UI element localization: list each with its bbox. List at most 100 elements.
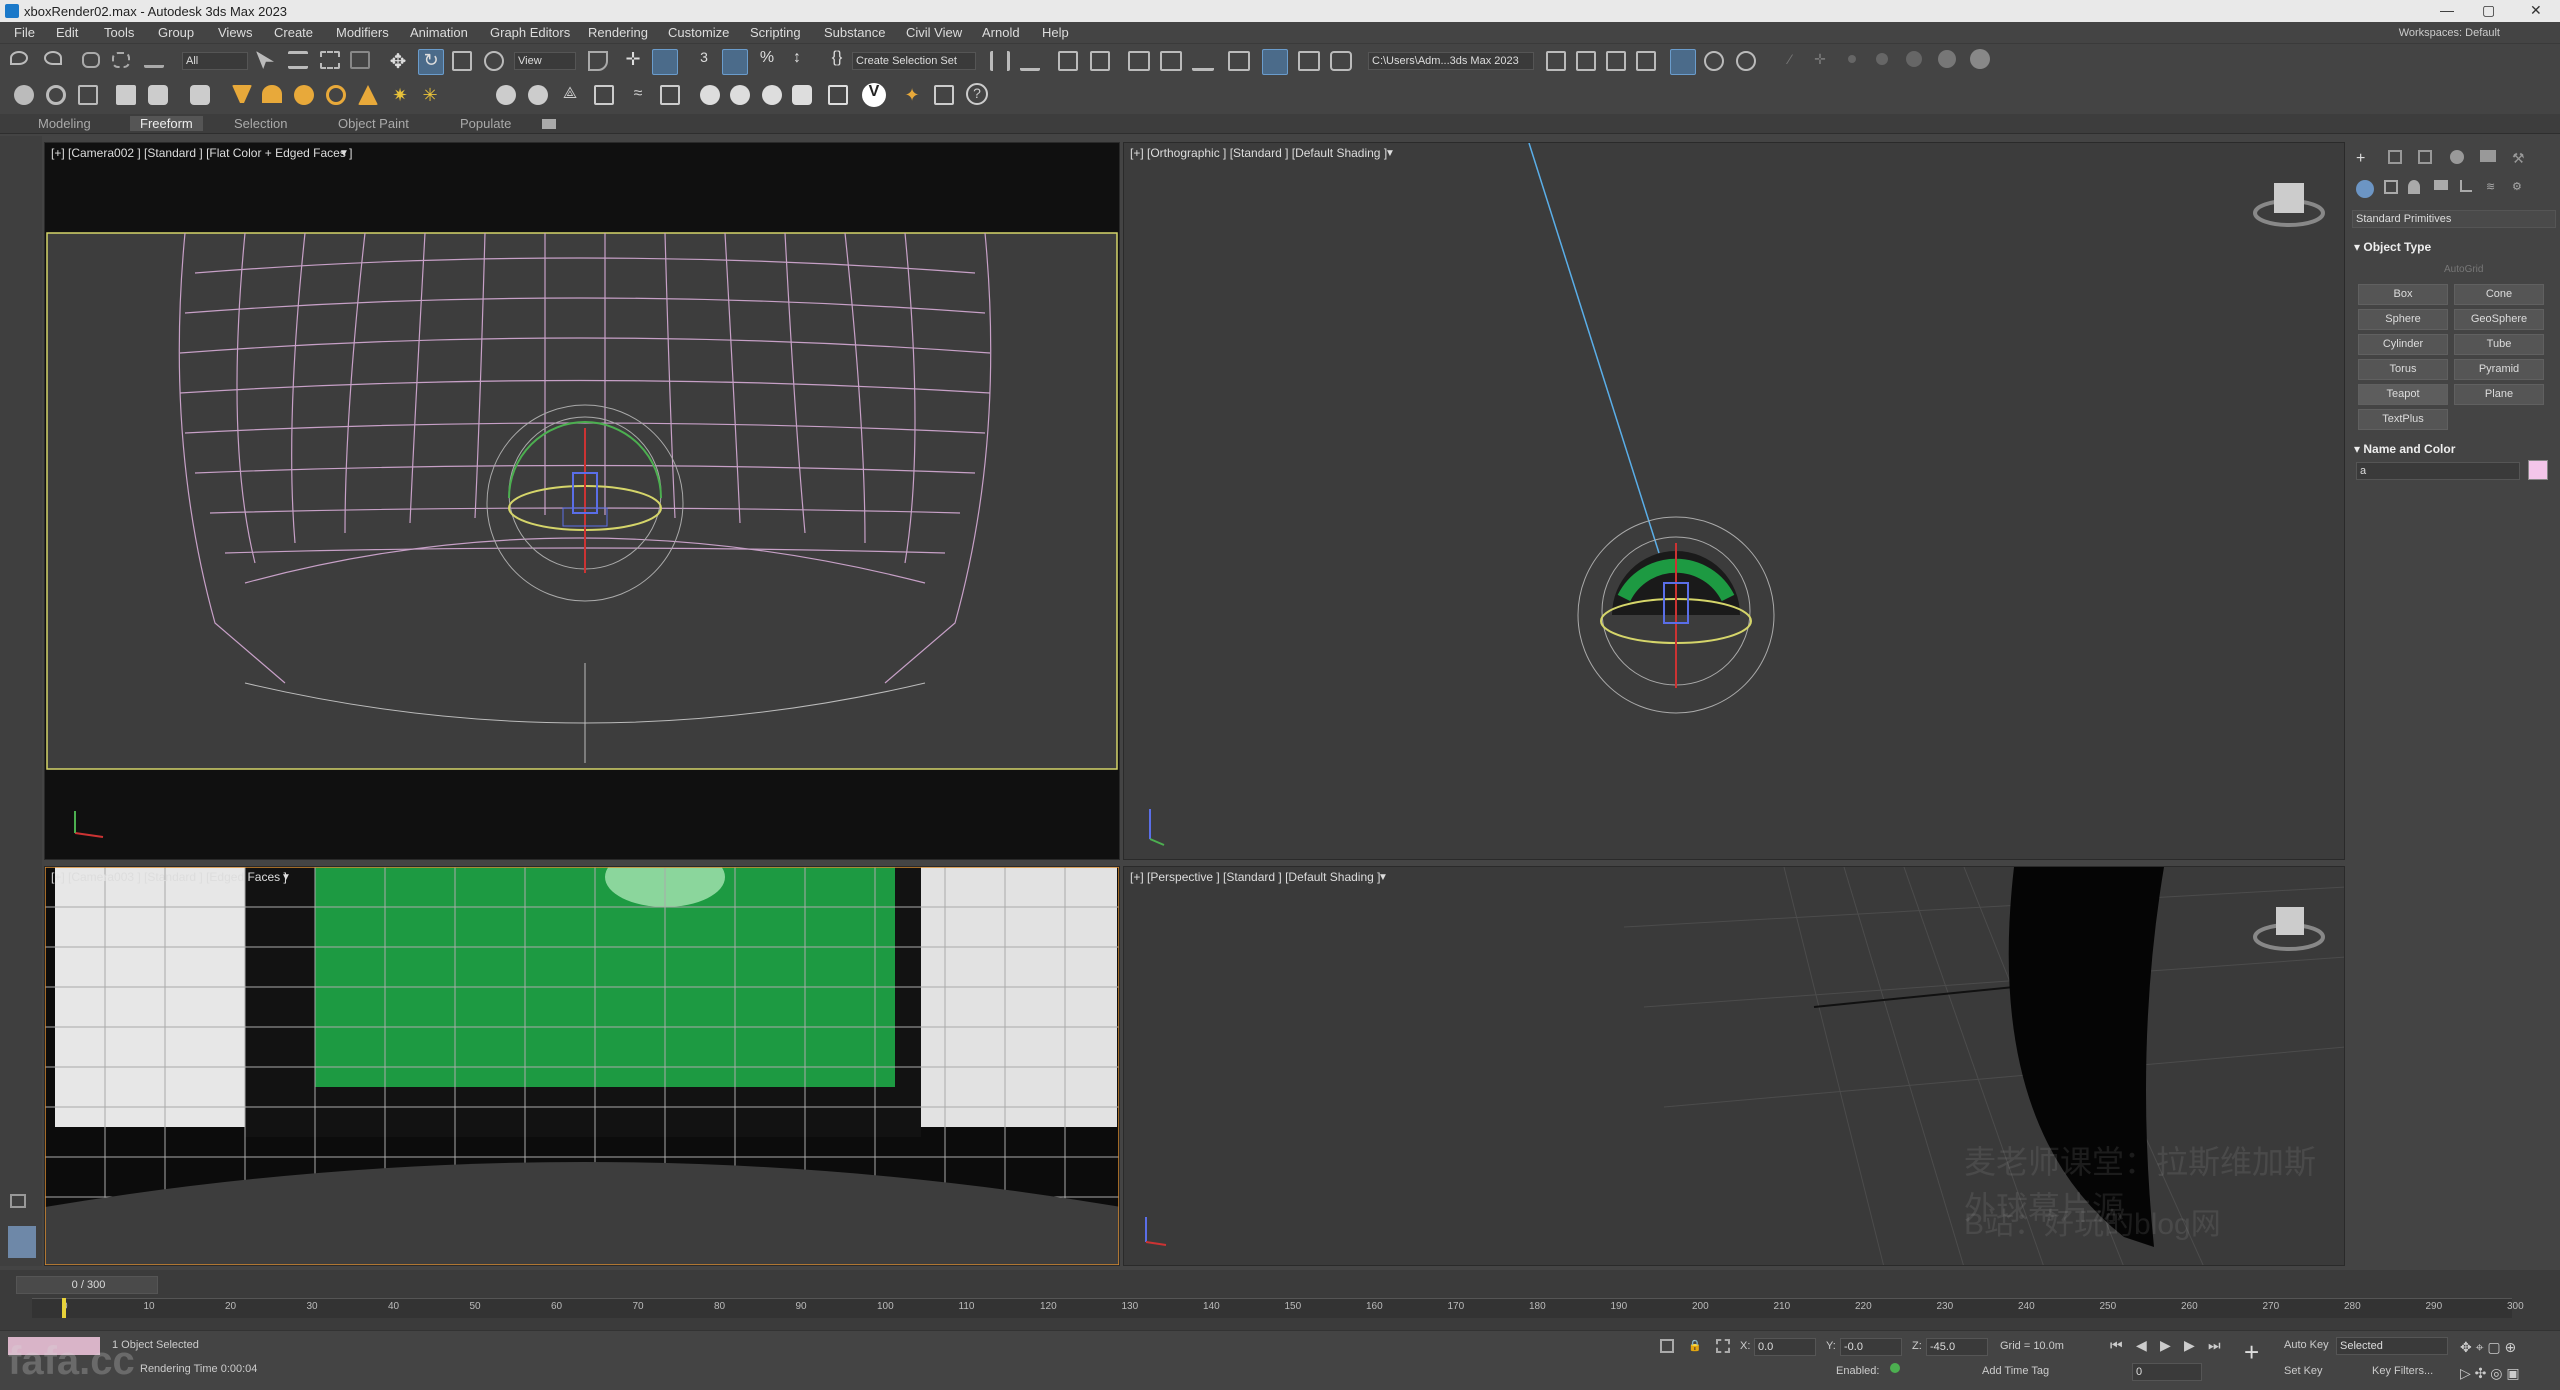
dot-small-icon[interactable] [1848, 55, 1856, 63]
go-to-start-icon[interactable]: ⏮ [2110, 1337, 2123, 1354]
isolate-selection-icon[interactable] [1660, 1339, 1674, 1353]
name-and-color-header[interactable]: ▾ Name and Color [2354, 442, 2455, 456]
daylight-icon[interactable]: ✷ [390, 85, 410, 105]
time-slider[interactable]: 0 / 300 [16, 1276, 158, 1294]
menu-modifiers[interactable]: Modifiers [336, 25, 389, 40]
toggle-ribbon-icon[interactable] [1128, 51, 1150, 71]
menu-create[interactable]: Create [274, 25, 313, 40]
layer-explorer-icon[interactable] [1090, 51, 1110, 71]
lights-category-icon[interactable] [2408, 180, 2420, 194]
auto-key-button[interactable]: Auto Key [2284, 1339, 2329, 1351]
import-icon[interactable] [1606, 51, 1626, 71]
track-bar[interactable]: 0102030405060708090100110120130140150160… [32, 1298, 2524, 1318]
navigation-controls-2-icon[interactable]: ▷ ✣ ◎ ▣ [2460, 1365, 2520, 1382]
cube-icon[interactable] [116, 85, 136, 105]
teapot-shape-icon[interactable] [14, 85, 34, 105]
dot-medium-icon[interactable] [1876, 53, 1888, 65]
viewport-perspective[interactable]: [+] [Perspective ] [Standard ] [Default … [1123, 866, 2345, 1266]
open-file-icon[interactable] [1546, 51, 1566, 71]
viewport-icon[interactable] [828, 85, 848, 105]
camera-icon[interactable] [594, 85, 614, 105]
unlink-icon[interactable] [112, 52, 130, 68]
enabled-indicator-icon[interactable] [1890, 1363, 1900, 1373]
toggle-grid-icon[interactable] [1670, 49, 1696, 75]
display-tab-icon[interactable] [2480, 150, 2496, 162]
rectangular-selection-icon[interactable] [320, 51, 340, 69]
undo-icon[interactable] [10, 51, 28, 65]
filter-icon[interactable]: ▼ [1385, 148, 1395, 159]
pivot-icon[interactable] [588, 51, 608, 71]
menu-views[interactable]: Views [218, 25, 252, 40]
object-name-field[interactable]: a [2356, 462, 2520, 480]
material-editor-icon[interactable] [1228, 51, 1250, 71]
curve-editor-icon[interactable] [1160, 51, 1182, 71]
pyramid-button[interactable]: Pyramid [2454, 359, 2544, 380]
systems-category-icon[interactable]: ⚙ [2512, 180, 2522, 193]
sky-light-icon[interactable] [326, 85, 346, 105]
sun-light-icon[interactable] [294, 85, 314, 105]
object-type-header[interactable]: ▾ Object Type [2354, 240, 2431, 254]
transform-disabled-icon[interactable]: ✛ [1810, 51, 1830, 71]
menu-animation[interactable]: Animation [410, 25, 468, 40]
selection-filter-dropdown[interactable]: All [182, 52, 248, 70]
rendered-frame-window-icon[interactable] [1298, 51, 1320, 71]
tube-button[interactable]: Tube [2454, 334, 2544, 355]
snaps-toggle-icon[interactable]: 3 [692, 49, 716, 73]
save-file-icon[interactable] [1576, 51, 1596, 71]
box-button[interactable]: Box [2358, 284, 2448, 305]
y-coordinate-field[interactable]: -0.0 [1840, 1338, 1902, 1356]
current-frame-field[interactable]: 0 [2132, 1363, 2202, 1381]
filter-icon[interactable]: ▼ [281, 872, 291, 883]
rotate-icon[interactable]: ↻ [418, 49, 444, 75]
menu-graph-editors[interactable]: Graph Editors [490, 25, 570, 40]
close-button[interactable]: ✕ [2530, 2, 2542, 19]
plane-button[interactable]: Plane [2454, 384, 2544, 405]
dot-large-icon[interactable] [1906, 51, 1922, 67]
render-view-icon[interactable] [762, 85, 782, 105]
menu-edit[interactable]: Edit [56, 25, 78, 40]
menu-civil-view[interactable]: Civil View [906, 25, 962, 40]
mirror-icon[interactable] [990, 51, 1010, 71]
material-grid-icon[interactable] [730, 85, 750, 105]
list-icon[interactable] [934, 85, 954, 105]
helpers-category-icon[interactable] [2460, 180, 2472, 192]
menu-group[interactable]: Group [158, 25, 194, 40]
pen-icon[interactable]: ⁄ [1780, 51, 1800, 71]
angle-snap-icon[interactable] [722, 49, 748, 75]
menu-customize[interactable]: Customize [668, 25, 729, 40]
reference-coordinate-dropdown[interactable]: View [514, 52, 576, 70]
viewport-camera003[interactable]: [+] [Camera003 ] [Standard ] [Edged Face… [44, 866, 1120, 1266]
group-icon[interactable] [190, 85, 210, 105]
window-crossing-icon[interactable] [350, 51, 370, 69]
menu-tools[interactable]: Tools [104, 25, 134, 40]
cameras-category-icon[interactable] [2434, 180, 2448, 190]
workspaces-selector[interactable]: Workspaces: Default [2399, 27, 2500, 39]
bind-spacewarp-icon[interactable] [144, 52, 164, 68]
shapes-category-icon[interactable] [2384, 180, 2398, 194]
menu-rendering[interactable]: Rendering [588, 25, 648, 40]
primitive-type-dropdown[interactable]: Standard Primitives [2352, 210, 2556, 228]
scene-explorer-icon[interactable] [1058, 51, 1078, 71]
z-coordinate-field[interactable]: -45.0 [1926, 1338, 1988, 1356]
schematic-view-icon[interactable] [1192, 51, 1214, 71]
place-icon[interactable] [484, 51, 504, 71]
photometric-light-icon[interactable] [358, 85, 378, 105]
set-key-button[interactable]: Set Key [2284, 1365, 2323, 1377]
move-icon[interactable]: ✥ [386, 49, 410, 73]
scale-icon[interactable] [452, 51, 472, 71]
hierarchy-tab-icon[interactable] [2418, 150, 2432, 164]
camera-target-icon[interactable]: ⟁ [560, 85, 580, 105]
next-frame-icon[interactable]: ▶ [2184, 1337, 2195, 1354]
v-ray-icon[interactable]: V [862, 83, 886, 107]
named-selection-dropdown[interactable]: Create Selection Set [852, 52, 976, 70]
clock-icon[interactable] [1704, 51, 1724, 71]
box-shape-icon[interactable] [78, 85, 98, 105]
material-sphere-icon[interactable] [700, 85, 720, 105]
geometry-category-icon[interactable] [2356, 180, 2374, 198]
navigation-controls-icon[interactable]: ✥ ⌖ ▢ ⊕ [2460, 1339, 2516, 1356]
menu-file[interactable]: File [14, 25, 35, 40]
redo-icon[interactable] [44, 51, 62, 65]
sphere-button[interactable]: Sphere [2358, 309, 2448, 330]
filter-icon[interactable]: ▼ [1378, 872, 1388, 883]
torus-button[interactable]: Torus [2358, 359, 2448, 380]
